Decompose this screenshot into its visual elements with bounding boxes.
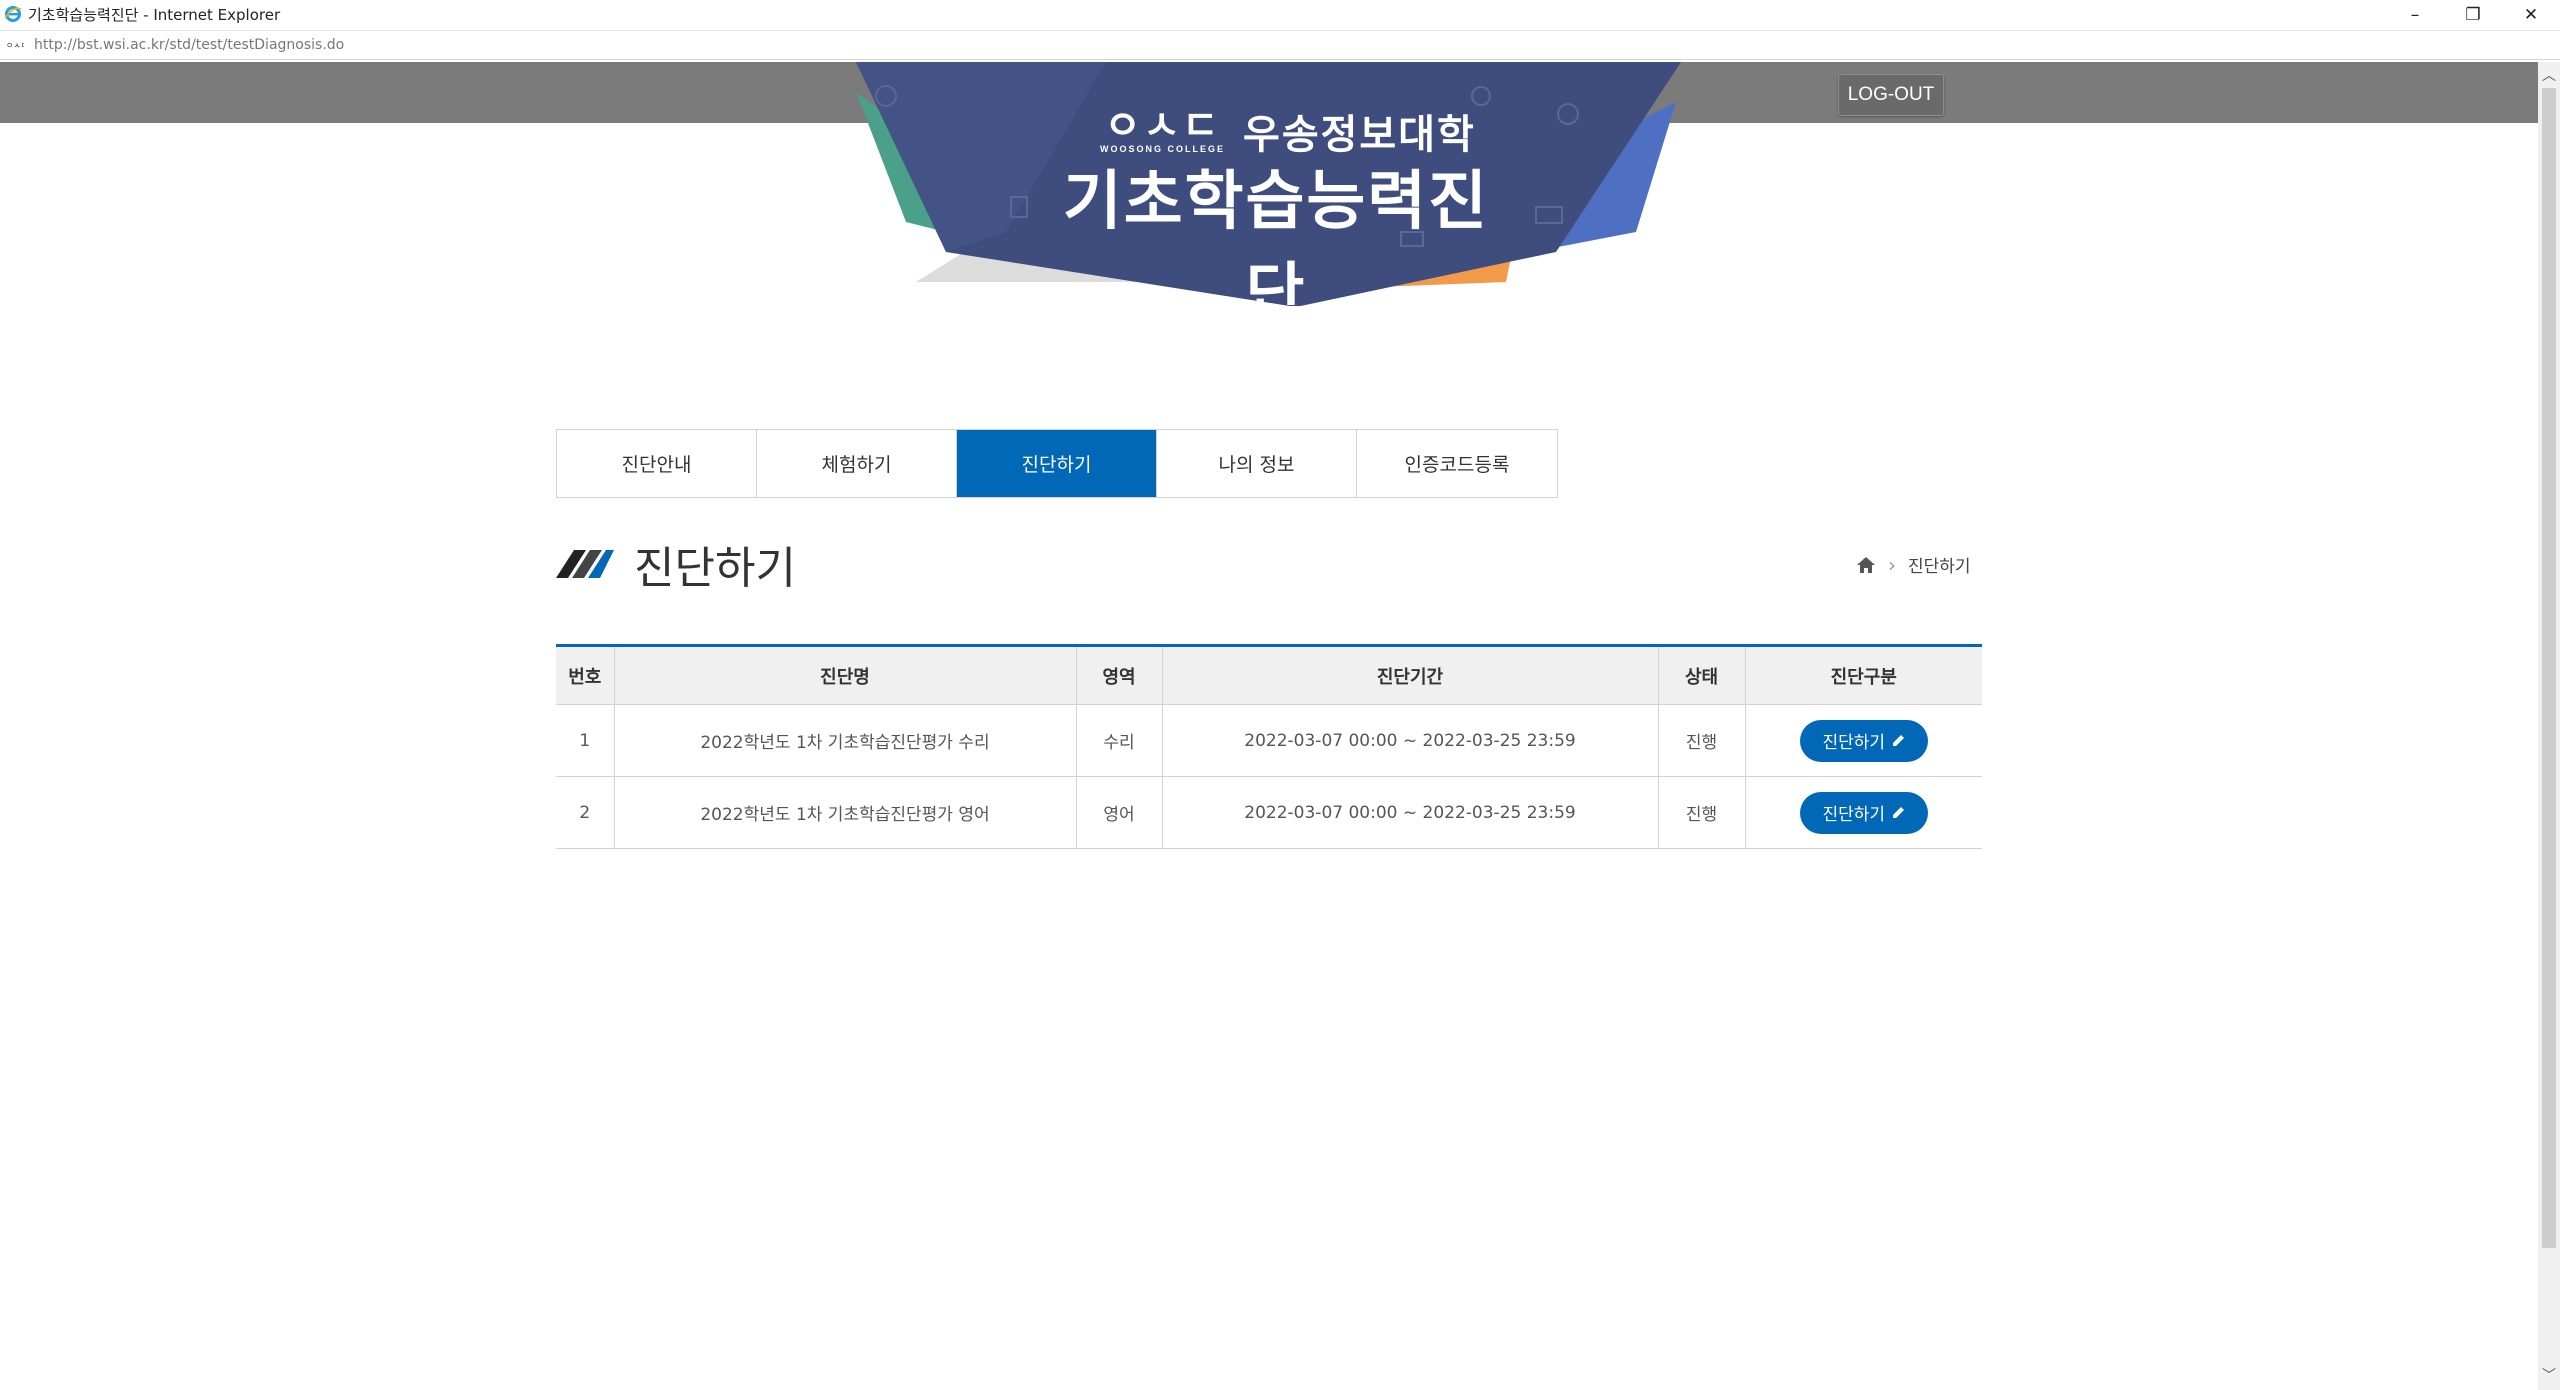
scroll-down-icon[interactable]: ﹀ bbox=[2538, 1364, 2560, 1386]
tab-trial[interactable]: 체험하기 bbox=[757, 430, 957, 497]
banner-title: 기초학습능력진단 bbox=[1062, 165, 1490, 331]
diagnosis-status: 진행 bbox=[1658, 704, 1746, 777]
address-url[interactable]: http://bst.wsi.ac.kr/std/test/testDiagno… bbox=[34, 37, 344, 53]
start-diagnosis-button[interactable]: 진단하기 bbox=[1799, 719, 1928, 762]
start-diagnosis-label: 진단하기 bbox=[1822, 733, 1886, 752]
start-diagnosis-button[interactable]: 진단하기 bbox=[1799, 791, 1928, 834]
college-logo-mark: ㅇㅅㄷ WOOSONG COLLEGE bbox=[1100, 104, 1226, 154]
action-cell: 진단하기 bbox=[1745, 704, 1982, 777]
page-heading: 진단하기 bbox=[556, 532, 796, 596]
chevron-right-icon: › bbox=[1888, 552, 1896, 577]
action-cell: 진단하기 bbox=[1745, 776, 1982, 849]
window-title: 기초학습능력진단 - Internet Explorer bbox=[28, 5, 281, 24]
scroll-up-icon[interactable]: ︿ bbox=[2538, 64, 2560, 86]
column-header: 진단구분 bbox=[1745, 645, 1982, 705]
column-header: 진단명 bbox=[614, 645, 1077, 705]
column-header: 영역 bbox=[1076, 645, 1163, 705]
page-viewport: ㅇㅅㄷ WOOSONG COLLEGE 우송정보대학 기초학습능력진단 LOG-… bbox=[0, 62, 2538, 1390]
row-number: 2 bbox=[556, 776, 615, 849]
diagnosis-period: 2022-03-07 00:00 ~ 2022-03-25 23:59 bbox=[1162, 776, 1659, 849]
logout-button[interactable]: LOG-OUT bbox=[1838, 74, 1944, 116]
diagnosis-name: 2022학년도 1차 기초학습진단평가 영어 bbox=[614, 776, 1077, 849]
internet-explorer-icon bbox=[4, 6, 22, 22]
pencil-icon bbox=[1893, 806, 1905, 818]
table-row: 2 2022학년도 1차 기초학습진단평가 영어 영어 2022-03-07 0… bbox=[556, 776, 1982, 849]
vertical-scrollbar[interactable]: ︿ ﹀ bbox=[2538, 62, 2560, 1390]
tab-auth-code[interactable]: 인증코드등록 bbox=[1357, 430, 1557, 497]
diagnosis-name: 2022학년도 1차 기초학습진단평가 수리 bbox=[614, 704, 1077, 777]
restore-button[interactable]: ❐ bbox=[2444, 0, 2502, 30]
tab-diagnosis[interactable]: 진단하기 bbox=[957, 430, 1157, 497]
column-header: 진단기간 bbox=[1162, 645, 1659, 705]
diagnosis-area: 수리 bbox=[1076, 704, 1163, 777]
scrollbar-thumb[interactable] bbox=[2542, 88, 2556, 1248]
diagnosis-area: 영어 bbox=[1076, 776, 1163, 849]
column-header: 번호 bbox=[556, 645, 615, 705]
breadcrumb: › 진단하기 bbox=[1856, 552, 1971, 577]
tab-guide[interactable]: 진단안내 bbox=[557, 430, 757, 497]
row-number: 1 bbox=[556, 704, 615, 777]
pencil-icon bbox=[1893, 734, 1905, 746]
window-titlebar: 기초학습능력진단 - Internet Explorer – ❐ ✕ bbox=[0, 0, 2560, 28]
main-tabs: 진단안내 체험하기 진단하기 나의 정보 인증코드등록 bbox=[556, 429, 1558, 498]
table-header-row: 번호 진단명 영역 진단기간 상태 진단구분 bbox=[556, 645, 1982, 705]
diagnosis-period: 2022-03-07 00:00 ~ 2022-03-25 23:59 bbox=[1162, 704, 1659, 777]
heading-slash-icon bbox=[556, 550, 614, 578]
close-button[interactable]: ✕ bbox=[2502, 0, 2560, 30]
table-row: 1 2022학년도 1차 기초학습진단평가 수리 수리 2022-03-07 0… bbox=[556, 704, 1982, 777]
start-diagnosis-label: 진단하기 bbox=[1822, 805, 1886, 824]
diagnosis-status: 진행 bbox=[1658, 776, 1746, 849]
tab-my-info[interactable]: 나의 정보 bbox=[1157, 430, 1357, 497]
home-icon[interactable] bbox=[1856, 555, 1876, 575]
site-favicon-icon: ㅇㅅㄷ bbox=[6, 41, 24, 50]
minimize-button[interactable]: – bbox=[2386, 0, 2444, 30]
svg-text:ㅇㅅㄷ: ㅇㅅㄷ bbox=[6, 41, 24, 50]
column-header: 상태 bbox=[1658, 645, 1746, 705]
address-bar[interactable]: ㅇㅅㄷ http://bst.wsi.ac.kr/std/test/testDi… bbox=[0, 30, 2560, 60]
breadcrumb-current: 진단하기 bbox=[1908, 557, 1971, 577]
diagnosis-table: 번호 진단명 영역 진단기간 상태 진단구분 1 2022학년도 1차 기초학습… bbox=[556, 644, 1982, 849]
page-title: 진단하기 bbox=[634, 543, 796, 594]
